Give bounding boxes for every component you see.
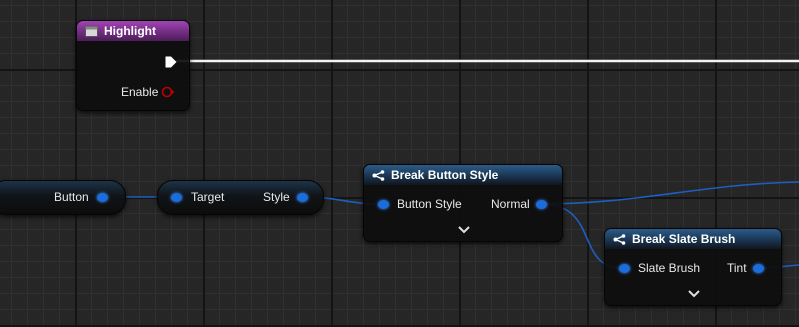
exec-pin-icon[interactable] — [165, 56, 177, 68]
target-input-pin[interactable] — [171, 193, 182, 202]
wire-normal-out[interactable] — [540, 181, 799, 205]
style-output-label: Style — [263, 190, 290, 204]
break-button-style-header[interactable]: Break Button Style — [364, 165, 562, 185]
break-slate-brush-header[interactable]: Break Slate Brush — [605, 229, 781, 249]
tint-output-label: Tint — [727, 261, 747, 275]
blueprint-graph-canvas[interactable]: Highlight Enable Button Target Style Bre… — [0, 0, 799, 327]
break-button-style-title: Break Button Style — [391, 168, 499, 182]
break-slate-brush-title: Break Slate Brush — [632, 232, 736, 246]
button-output-label: Button — [54, 190, 89, 204]
chevron-down-icon[interactable] — [687, 289, 701, 298]
break-struct-icon — [372, 169, 385, 181]
highlight-node-header[interactable]: Highlight — [77, 21, 189, 41]
highlight-node[interactable]: Highlight Enable — [76, 20, 190, 111]
button-variable-node[interactable]: Button — [0, 180, 126, 215]
target-input-label: Target — [191, 190, 225, 204]
chevron-down-icon[interactable] — [457, 225, 471, 234]
break-slate-brush-node[interactable]: Break Slate Brush Slate Brush Tint — [604, 228, 782, 306]
normal-output-pin[interactable] — [536, 200, 547, 209]
highlight-node-title: Highlight — [104, 24, 156, 38]
slate-brush-input-label: Slate Brush — [638, 261, 701, 275]
button-output-pin[interactable] — [97, 193, 108, 202]
button-style-input-label: Button Style — [397, 197, 462, 211]
tint-output-pin[interactable] — [753, 264, 764, 273]
normal-output-label: Normal — [491, 197, 530, 211]
button-style-input-pin[interactable] — [378, 200, 389, 209]
bool-pin-icon[interactable] — [161, 86, 175, 98]
style-output-pin[interactable] — [297, 193, 308, 202]
widget-icon — [85, 25, 98, 37]
slate-brush-input-pin[interactable] — [619, 264, 630, 273]
enable-label: Enable — [121, 85, 159, 99]
get-style-node[interactable]: Target Style — [157, 180, 324, 215]
break-button-style-node[interactable]: Break Button Style Button Style Normal — [363, 164, 563, 242]
break-struct-icon — [613, 233, 626, 245]
